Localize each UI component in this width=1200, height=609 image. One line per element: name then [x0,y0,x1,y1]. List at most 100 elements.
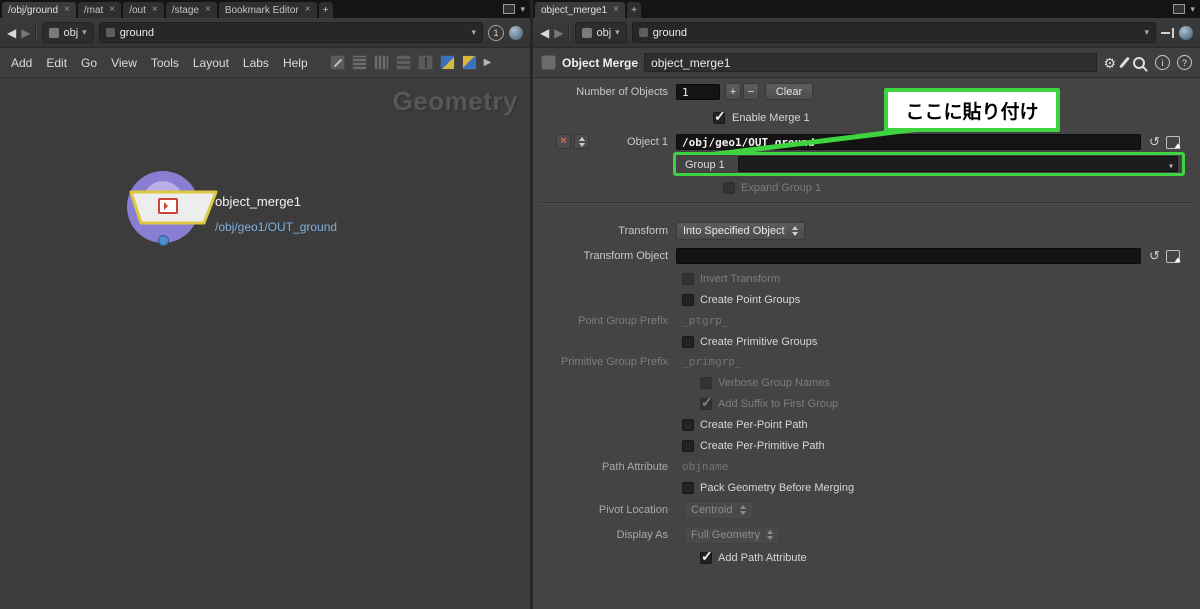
grid-view-icon[interactable] [373,55,389,70]
pane-menu-icon[interactable]: ▾ [520,4,525,15]
param-label: Verbose Group Names [718,377,830,389]
chevron-down-icon[interactable]: ▾ [471,27,476,38]
param-create-per-point-path: Create Per-Point Path [533,415,1200,435]
menu-go[interactable]: Go [81,56,97,70]
tab-stage[interactable]: /stage × [165,2,217,18]
node-path-label: /obj/geo1/OUT_ground [215,220,338,234]
create-per-point-path-checkbox[interactable] [682,419,694,431]
tab-obj-ground[interactable]: /obj/ground × [2,2,76,18]
expand-group-checkbox[interactable] [723,182,735,194]
color-palette-icon[interactable] [439,55,455,70]
transform-dropdown[interactable]: Into Specified Object [676,222,805,240]
forward-icon[interactable]: ▶ [21,26,30,40]
point-group-prefix-field[interactable]: _ptgrp_ [682,311,728,331]
pane-maximize-icon[interactable] [1173,4,1186,14]
multitool-icon[interactable] [329,55,345,70]
back-icon[interactable]: ◀ [7,26,16,40]
menu-labs[interactable]: Labs [243,56,269,70]
network-path-field[interactable]: ground ▾ [98,22,483,43]
number-of-objects-field[interactable]: 1 [676,84,720,100]
verbose-group-names-checkbox[interactable] [700,377,712,389]
node-name-field[interactable]: object_merge1 [644,53,1098,72]
parameter-header-tools: ⚙ i ? [1103,55,1192,70]
pin-pane-icon[interactable] [1161,27,1174,39]
close-icon[interactable]: × [152,5,158,15]
object-path-field[interactable]: /obj/geo1/OUT_ground [676,134,1141,150]
add-instance-button[interactable]: + [725,83,741,100]
chevron-down-icon: ▾ [615,27,620,37]
transform-object-field[interactable] [676,248,1141,264]
tab-label: /mat [83,4,104,16]
object-merge-icon [158,198,178,214]
context-jump-button[interactable]: obj ▾ [575,22,627,43]
close-icon[interactable]: × [64,5,70,15]
node-type-label: Object Merge [562,55,639,70]
remove-instance-button[interactable]: − [743,83,759,100]
list-view-icon[interactable] [395,55,411,70]
parameter-path-field[interactable]: ground ▾ [631,22,1156,43]
tab-bookmark-editor[interactable]: Bookmark Editor × [218,2,317,18]
object-merge-node[interactable]: object_merge1 /obj/geo1/OUT_ground [118,170,418,260]
pivot-location-dropdown[interactable]: Centroid [684,501,753,519]
tab-object-merge1[interactable]: object_merge1 × [535,2,625,18]
toolbar-overflow-icon[interactable]: ▶ [484,57,492,68]
pane-menu-icon[interactable]: ▾ [1190,4,1195,15]
search-icon[interactable] [1133,56,1145,69]
close-icon[interactable]: × [305,5,311,15]
add-path-attribute-checkbox[interactable] [700,548,713,565]
brush-icon[interactable] [1119,56,1130,69]
close-icon[interactable]: × [205,5,211,15]
shelf-tools-icon[interactable] [461,55,477,70]
add-suffix-checkbox[interactable] [700,394,713,411]
tab-mat[interactable]: /mat × [77,2,122,18]
snapshot-badge[interactable]: 1 [488,24,504,41]
gear-icon[interactable]: ⚙ [1103,56,1116,70]
revert-icon[interactable]: ↺ [1149,134,1160,150]
enable-merge-checkbox[interactable] [713,108,726,125]
new-tab-button[interactable]: + [627,2,641,18]
pane-controls: ▾ [498,0,530,18]
menu-add[interactable]: Add [11,56,32,70]
revert-icon[interactable]: ↺ [1149,248,1160,264]
param-label: Add Path Attribute [718,552,807,564]
tab-out[interactable]: /out × [123,2,164,18]
param-label: Display As [616,529,668,541]
close-icon[interactable]: × [613,5,619,15]
param-add-suffix: Add Suffix to First Group [533,394,1200,414]
group-field[interactable]: ▾ [738,156,1178,172]
menu-view[interactable]: View [111,56,137,70]
node-chooser-icon[interactable] [1165,249,1180,263]
clear-button[interactable]: Clear [765,83,813,100]
spreadsheet-icon[interactable] [351,55,367,70]
info-icon[interactable]: i [1155,55,1170,70]
close-icon[interactable]: × [109,5,115,15]
menu-tools[interactable]: Tools [151,56,179,70]
chevron-down-icon[interactable]: ▾ [1144,27,1149,38]
split-pane-icon[interactable] [417,55,433,70]
display-as-dropdown[interactable]: Full Geometry [684,526,781,544]
back-icon[interactable]: ◀ [540,26,549,40]
new-tab-button[interactable]: + [318,2,333,18]
group-menu-icon[interactable]: ▾ [1168,159,1174,175]
create-per-primitive-path-checkbox[interactable] [682,440,694,452]
menu-edit[interactable]: Edit [46,56,67,70]
forward-icon[interactable]: ▶ [554,26,563,40]
network-editor[interactable]: Geometry object_merge1 /obj/geo1/OUT_gro… [0,78,530,609]
pane-maximize-icon[interactable] [503,4,516,14]
link-orb-icon[interactable] [1179,25,1193,40]
context-jump-button[interactable]: obj ▾ [42,22,94,43]
create-primitive-groups-checkbox[interactable] [682,336,694,348]
primitive-group-prefix-field[interactable]: _primgrp_ [682,352,742,372]
help-icon[interactable]: ? [1177,55,1192,70]
create-point-groups-checkbox[interactable] [682,294,694,306]
menu-layout[interactable]: Layout [193,56,229,70]
node-chooser-icon[interactable] [1165,135,1180,149]
path-label: ground [652,26,687,39]
link-orb-icon[interactable] [509,25,523,40]
param-label: Path Attribute [601,461,668,473]
path-attribute-field[interactable]: objname [682,457,728,477]
menu-help[interactable]: Help [283,56,308,70]
invert-transform-checkbox[interactable] [682,273,694,285]
left-tab-bar: /obj/ground × /mat × /out × /stage × Bookmar… [0,0,530,18]
pack-geometry-checkbox[interactable] [682,482,694,494]
